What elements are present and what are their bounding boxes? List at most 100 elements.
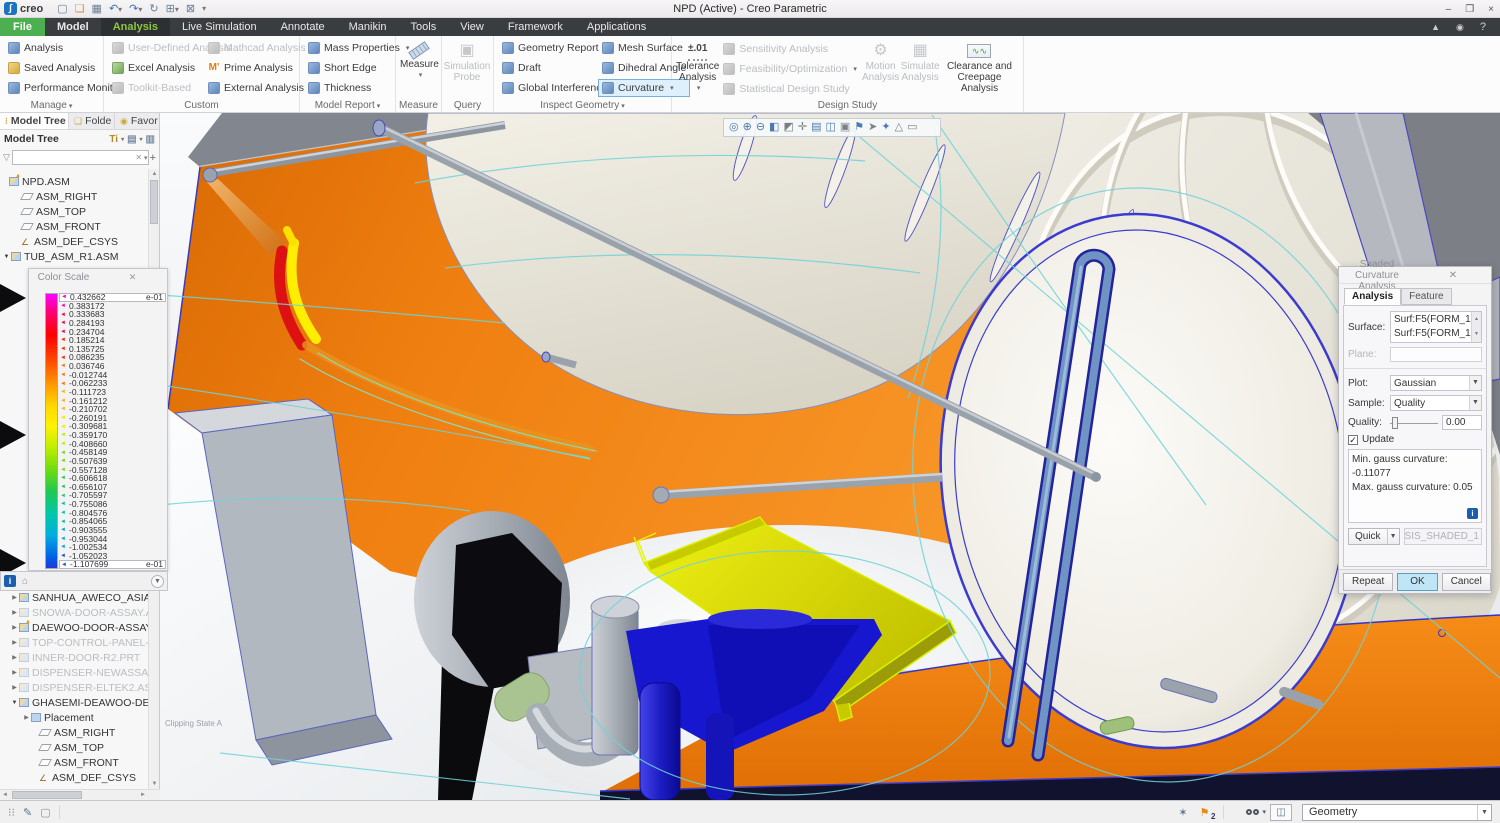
model-box-icon[interactable]: ▢ (40, 806, 50, 819)
tab-model[interactable]: Model (45, 18, 101, 36)
tab-view[interactable]: View (448, 18, 496, 36)
tree-display-settings-icon[interactable]: Ti (109, 134, 118, 145)
measure-button[interactable]: Measure▾ (400, 39, 439, 81)
tab-tools[interactable]: Tools (399, 18, 449, 36)
filter-add-icon[interactable]: + (150, 152, 156, 164)
chevron-down-icon[interactable]: ▼ (151, 575, 164, 588)
tree-item[interactable]: ▲NPD.ASM (0, 174, 149, 189)
toolkit-based-button[interactable]: Toolkit-Based (108, 79, 204, 97)
repeat-button[interactable]: Repeat (1343, 573, 1393, 591)
window-settings-icon[interactable]: ⊞▾ (166, 2, 179, 15)
tree-item[interactable]: ∠ASM_DEF_CSYS (0, 234, 149, 249)
tree-item[interactable]: ASM_RIGHT (0, 725, 149, 740)
ok-button[interactable]: OK (1397, 573, 1437, 591)
regenerate-icon[interactable]: ↻ (149, 2, 158, 15)
scroll-thumb[interactable] (150, 180, 158, 224)
search-dropdown-icon[interactable]: ▾ (1262, 808, 1266, 816)
restore-button[interactable]: ❐ (1465, 4, 1474, 15)
pan-icon[interactable]: ✛ (798, 119, 807, 136)
minimize-button[interactable]: – (1446, 4, 1452, 15)
tab-folder-browser[interactable]: ❏Folde (69, 113, 115, 129)
tab-annotate[interactable]: Annotate (269, 18, 337, 36)
tree-item[interactable]: ASM_FRONT (0, 219, 149, 234)
chevron-down-icon[interactable]: ▼ (1477, 805, 1491, 820)
feasibility-optimization-button[interactable]: Feasibility/Optimization▾ (719, 60, 860, 78)
plot-select[interactable]: Gaussian▼ (1390, 375, 1482, 391)
mathcad-analysis-button[interactable]: Mathcad Analysis (204, 39, 310, 57)
close-window-icon[interactable]: ⊠ (186, 2, 195, 15)
scale-value[interactable]: 0.432662 (70, 293, 105, 302)
regenerate-status-icon[interactable]: ✶ (1178, 806, 1187, 819)
tree-item[interactable]: ▶▲DAEWOO-DOOR-ASSAY.AS (0, 620, 149, 635)
perspective-icon[interactable]: △ (895, 119, 903, 136)
tab-file[interactable]: File (0, 18, 45, 36)
sensitivity-analysis-button[interactable]: Sensitivity Analysis (719, 40, 860, 58)
model-report-group-label[interactable]: Model Report▾ (300, 99, 395, 112)
tab-model-tree[interactable]: ⁝Model Tree (0, 113, 69, 129)
select-box-icon[interactable]: ◫ (1270, 804, 1292, 821)
tree-item[interactable]: ASM_TOP (0, 204, 149, 219)
annotation-display-icon[interactable]: ➤ (868, 119, 877, 136)
new-file-icon[interactable]: ▢ (57, 2, 67, 15)
draft-button[interactable]: Draft (498, 59, 598, 77)
motion-analysis-button[interactable]: ⚙ Motion Analysis (861, 39, 901, 83)
global-interference-button[interactable]: Global Interference▾ (498, 79, 598, 97)
zoom-out-icon[interactable]: ⊖ (756, 119, 765, 136)
chevron-down-icon[interactable]: ▼ (1387, 529, 1399, 544)
clearance-creepage-button[interactable]: ∿∿ Clearance and Creepage Analysis (940, 39, 1019, 94)
inspect-geometry-group-label[interactable]: Inspect Geometry▾ (494, 99, 671, 112)
surface-item[interactable]: Surf:F5(FORM_1):TUB (1394, 313, 1470, 327)
notifications-flag-icon[interactable]: ⚑2 (1200, 806, 1210, 819)
sample-select[interactable]: Quality▼ (1390, 395, 1482, 411)
tree-item[interactable]: ASM_FRONT (0, 755, 149, 770)
presence-icon[interactable]: ◉ (1456, 22, 1464, 33)
tolerance-analysis-button[interactable]: ±.01 Tolerance Analysis▾ (676, 39, 719, 94)
undo-icon[interactable]: ↶▾ (109, 2, 122, 15)
tree-horizontal-scrollbar[interactable]: ◄ ► (0, 789, 160, 800)
repaint-icon[interactable]: ◧ (769, 119, 779, 136)
tab-analysis[interactable]: Analysis (101, 18, 170, 36)
tree-item[interactable]: ▶DISPENSER-NEWASSAY.ASM (0, 665, 149, 680)
help-icon[interactable]: ? (1480, 21, 1486, 33)
prime-analysis-button[interactable]: M'Prime Analysis (204, 59, 310, 77)
tree-item[interactable]: ▶INNER-DOOR-R2.PRT (0, 650, 149, 665)
manage-group-label[interactable]: Manage▾ (0, 99, 103, 112)
quick-button[interactable]: Quick▼ (1348, 528, 1400, 545)
scroll-thumb[interactable] (12, 791, 82, 799)
scale-value[interactable]: -1.107699 (70, 560, 108, 569)
tree-columns-icon[interactable]: ▥ (146, 134, 155, 145)
graphics-area[interactable]: ◎ ⊕ ⊖ ◧ ◩ ✛ ▤ ◫ ▣ ⚑ ➤ ✦ △ ▭ Clipping Sta… (160, 113, 1500, 800)
home-icon[interactable]: ⌂ (22, 576, 28, 587)
slider-thumb[interactable] (1392, 417, 1398, 429)
simulate-analysis-button[interactable]: ▦ Simulate Analysis (900, 39, 940, 83)
surface-item[interactable]: Surf:F5(FORM_1):TUB (1394, 327, 1470, 341)
selection-filter-combo[interactable]: Geometry ▼ (1302, 804, 1492, 821)
analysis-name-field[interactable]: ANALYSIS_SHADED_1 (1404, 528, 1482, 545)
tree-item[interactable]: ▶TOP-CONTROL-PANEL-ASSAY (0, 635, 149, 650)
info-icon[interactable]: i (1467, 508, 1478, 519)
customize-qat-icon[interactable]: ▾ (202, 4, 206, 13)
3d-model-canvas[interactable] (160, 113, 1500, 800)
tab-live-simulation[interactable]: Live Simulation (170, 18, 269, 36)
annotate-icon[interactable]: ✎ (23, 806, 32, 819)
info-icon[interactable]: i (4, 575, 16, 587)
close-button[interactable]: × (1488, 4, 1494, 15)
external-analysis-button[interactable]: External Analysis (204, 79, 310, 97)
tree-item[interactable]: ASM_TOP (0, 740, 149, 755)
scroll-down-icon[interactable]: ▼ (149, 779, 160, 789)
tab-favorites[interactable]: ◉Favor (115, 113, 159, 129)
tree-filter-input[interactable] (12, 150, 149, 165)
tree-item[interactable]: ▶SANHUA_AWECO_ASIA_ONE (0, 590, 149, 605)
statistical-design-study-button[interactable]: Statistical Design Study (719, 80, 860, 98)
simulation-probe-button[interactable]: ▣ Simulation Probe (446, 39, 488, 83)
open-file-icon[interactable]: ❏ (75, 2, 85, 15)
tab-manikin[interactable]: Manikin (337, 18, 399, 36)
selection-buffer-icon[interactable]: ⁝⁝ (8, 806, 15, 819)
tree-item[interactable]: ▶SNOWA-DOOR-ASSAY.ASM (0, 605, 149, 620)
user-defined-analysis-button[interactable]: User-Defined Analysis (108, 39, 204, 57)
view-manager-icon[interactable]: ◫ (825, 119, 835, 136)
tree-item[interactable]: ∠ASM_DEF_CSYS (0, 770, 149, 785)
tree-item[interactable]: ▶Placement (0, 710, 149, 725)
shading-style-icon[interactable]: ◩ (783, 119, 793, 136)
quality-value-field[interactable]: 0.00 (1442, 415, 1482, 430)
